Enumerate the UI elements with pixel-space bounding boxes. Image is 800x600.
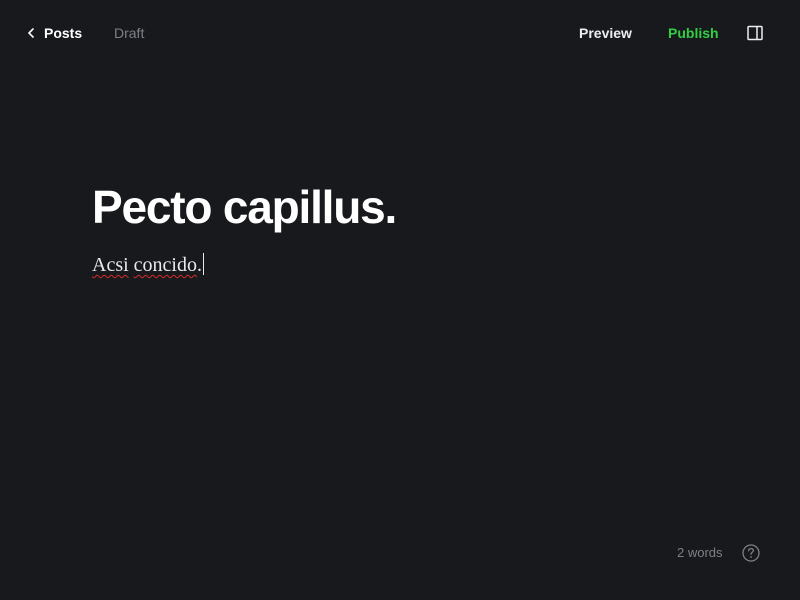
- help-circle-icon: [741, 543, 761, 563]
- publish-button[interactable]: Publish: [668, 24, 719, 42]
- preview-button[interactable]: Preview: [579, 24, 632, 42]
- back-label: Posts: [44, 25, 83, 41]
- editor-app: Posts Draft Preview Publish Pecto capill…: [0, 0, 800, 600]
- text-caret: [202, 253, 204, 275]
- body-punctuation: .: [196, 254, 202, 276]
- chevron-left-icon: [28, 28, 34, 38]
- misspelled-word: concido: [133, 254, 197, 276]
- post-title-input[interactable]: Pecto capillus.: [92, 178, 712, 236]
- post-status: Draft: [114, 25, 145, 41]
- help-button[interactable]: [741, 543, 761, 563]
- sidebar-toggle-icon: [744, 22, 766, 44]
- back-to-posts-link[interactable]: Posts: [28, 24, 82, 42]
- post-body-editor[interactable]: Acsi concido.: [92, 252, 712, 278]
- word-count: 2 words: [677, 545, 723, 560]
- misspelled-word: Acsi: [92, 254, 129, 276]
- editor-header: Posts Draft Preview Publish: [0, 0, 800, 64]
- post-editor: Pecto capillus. Acsi concido.: [92, 178, 712, 278]
- settings-sidebar-toggle[interactable]: [744, 22, 766, 44]
